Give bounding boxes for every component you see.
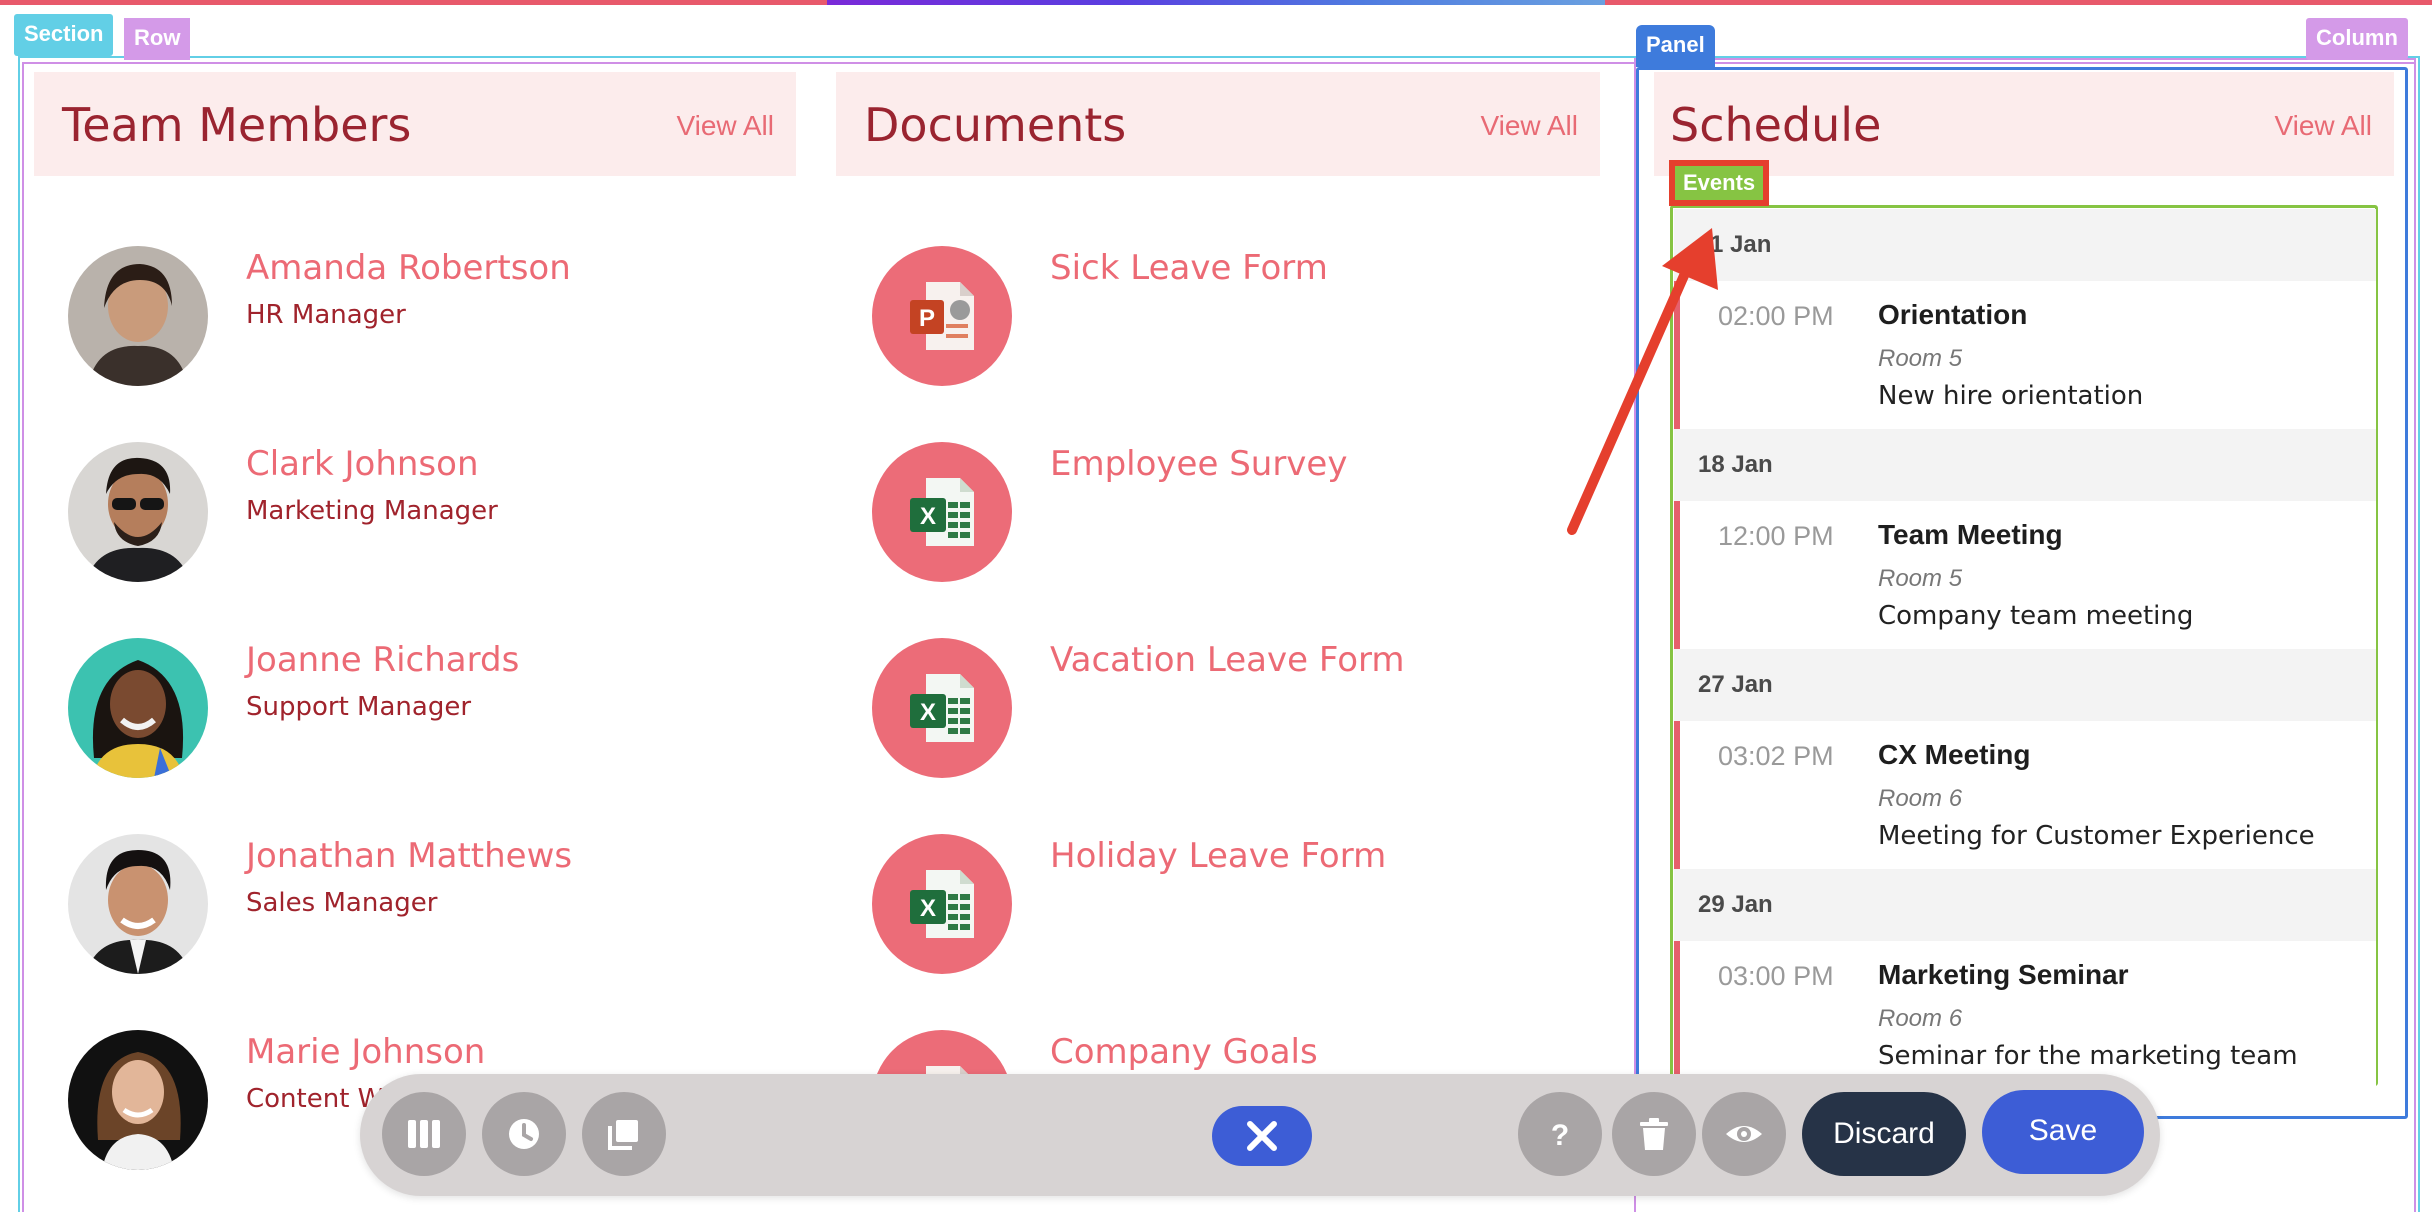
eye-icon xyxy=(1726,1126,1762,1142)
close-button[interactable] xyxy=(1212,1106,1312,1166)
editor-toolbar: ? Discard Save xyxy=(360,1074,2160,1196)
trash-icon xyxy=(1640,1118,1668,1150)
discard-button[interactable]: Discard xyxy=(1802,1092,1966,1176)
annotation-arrow-icon xyxy=(1567,228,1718,535)
layers-icon xyxy=(608,1120,638,1150)
columns-button[interactable] xyxy=(382,1092,466,1176)
columns-icon xyxy=(408,1120,440,1148)
layers-button[interactable] xyxy=(582,1092,666,1176)
history-icon xyxy=(509,1119,539,1149)
save-button[interactable]: Save xyxy=(1982,1090,2144,1174)
history-button[interactable] xyxy=(482,1092,566,1176)
svg-text:?: ? xyxy=(1551,1119,1569,1152)
preview-button[interactable] xyxy=(1702,1092,1786,1176)
help-icon: ? xyxy=(1551,1119,1569,1152)
close-icon xyxy=(1247,1121,1277,1151)
delete-button[interactable] xyxy=(1612,1092,1696,1176)
help-button[interactable]: ? xyxy=(1518,1092,1602,1176)
